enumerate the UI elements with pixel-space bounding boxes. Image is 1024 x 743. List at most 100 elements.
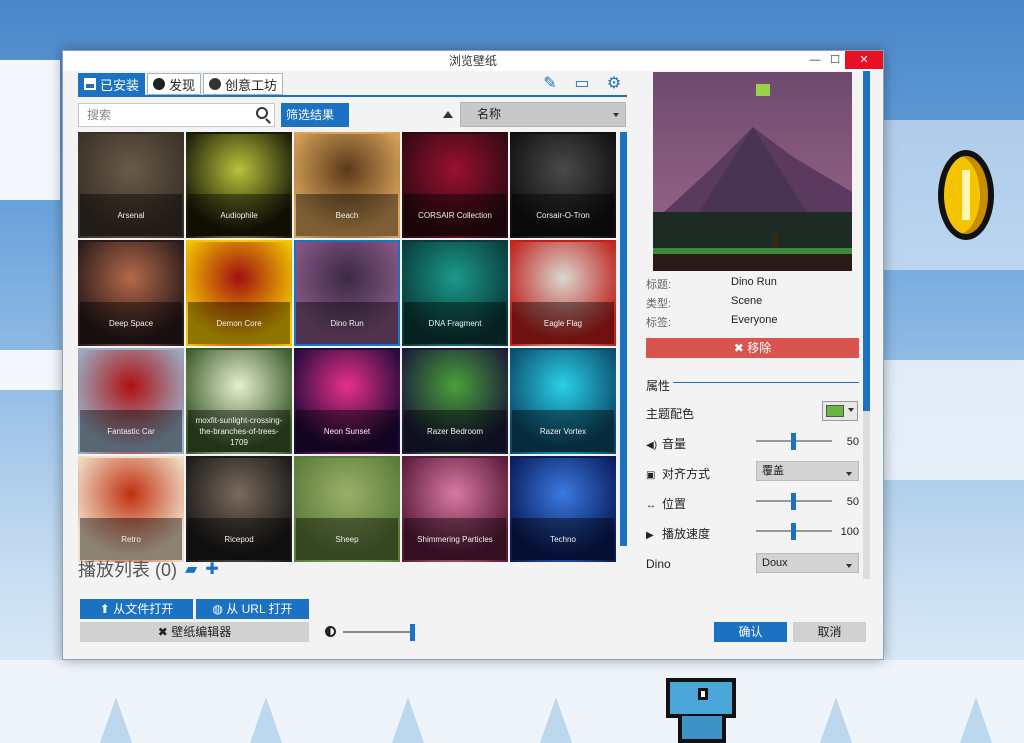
wallpaper-title: Deep Space — [80, 302, 182, 344]
scrollbar-thumb[interactable] — [863, 71, 870, 411]
properties-scrollbar[interactable] — [863, 71, 870, 579]
title-bar: 浏览壁纸 — ☐ ✕ — [63, 51, 883, 71]
type-label: 类型: — [646, 298, 672, 310]
search-input[interactable]: 搜索 — [78, 103, 275, 127]
folder-open-icon[interactable]: ▰ — [185, 559, 197, 579]
wallpaper-title: Eagle Flag — [512, 302, 614, 344]
tab-bar: 已安装 发现 创意工坊 — [78, 73, 284, 95]
wallpaper-tile[interactable]: Arsenal — [78, 132, 184, 238]
volume-row: ◀) 音量 — [646, 435, 686, 452]
dino-select[interactable]: Doux — [756, 553, 859, 573]
tree — [540, 697, 572, 743]
wallpaper-title: Ricepod — [188, 518, 290, 560]
magic-wand-icon[interactable]: ✎ — [539, 74, 561, 94]
wallpaper-title: Fantastic Car — [80, 410, 182, 452]
wallpaper-tile[interactable]: Fantastic Car — [78, 348, 184, 454]
chevron-down-icon — [848, 408, 854, 412]
wallpaper-title: Neon Sunset — [296, 410, 398, 452]
tags-value: Everyone — [731, 314, 778, 326]
slider-handle[interactable] — [410, 624, 415, 641]
wallpaper-title: Arsenal — [80, 194, 182, 236]
slider-handle[interactable] — [791, 523, 796, 540]
wallpaper-tile[interactable]: Demon Core — [186, 240, 292, 346]
minimize-button[interactable]: — — [805, 51, 825, 69]
theme-color-picker[interactable] — [822, 401, 858, 421]
cancel-button[interactable]: 取消 — [793, 622, 866, 642]
play-icon: ▶ — [646, 530, 654, 541]
properties-heading: 属性 — [646, 379, 671, 393]
toolbar: ✎ ▭ ⚙ — [539, 74, 625, 94]
wallpaper-tile[interactable]: DNA Fragment — [402, 240, 508, 346]
tree — [100, 697, 132, 743]
wallpaper-tile[interactable]: Eagle Flag — [510, 240, 616, 346]
position-row: ↔ 位置 — [646, 495, 686, 512]
wallpaper-tile[interactable]: moxfit-sunlight-crossing-the-branches-of… — [186, 348, 292, 454]
tab-installed[interactable]: 已安装 — [78, 73, 146, 95]
wallpaper-tile[interactable]: Beach — [294, 132, 400, 238]
slider-handle[interactable] — [791, 433, 796, 450]
close-icon: ✖ — [733, 341, 744, 355]
monitor-icon[interactable]: ▭ — [571, 74, 593, 94]
wallpaper-preview — [653, 72, 852, 271]
wallpaper-title: DNA Fragment — [404, 302, 506, 344]
open-from-file-label: 从文件打开 — [113, 602, 174, 616]
wallpaper-tile[interactable]: Corsair-O-Tron — [510, 132, 616, 238]
open-from-file-button[interactable]: ⬆ 从文件打开 — [80, 599, 193, 619]
sort-select[interactable]: 名称 — [460, 102, 626, 127]
tab-label: 发现 — [169, 77, 196, 93]
wallpaper-tile[interactable]: Razer Vortex — [510, 348, 616, 454]
playback-speed-slider[interactable] — [756, 523, 832, 540]
wallpaper-title: Sheep — [296, 518, 398, 560]
volume-slider[interactable] — [756, 433, 832, 450]
speaker-icon: ◀) — [646, 440, 658, 451]
open-from-url-button[interactable]: ◍ 从 URL 打开 — [196, 599, 309, 619]
tab-discover[interactable]: 发现 — [147, 73, 202, 95]
wallpaper-tile[interactable]: Deep Space — [78, 240, 184, 346]
wallpaper-tile[interactable]: Dino Run — [294, 240, 400, 346]
position-value: 50 — [846, 496, 859, 508]
remove-button[interactable]: ✖ 移除 — [646, 338, 859, 358]
slider-track — [343, 631, 413, 633]
plus-icon[interactable]: ✚ — [205, 559, 218, 579]
wallpaper-title: Beach — [296, 194, 398, 236]
scrollbar-thumb[interactable] — [620, 132, 627, 546]
wallpaper-browser-window: 浏览壁纸 — ☐ ✕ 已安装 发现 创意工坊 ✎ ▭ ⚙ 搜索 筛选结果 ▼ — [62, 50, 884, 660]
gear-icon[interactable]: ⚙ — [603, 74, 625, 94]
wallpaper-grid: Arsenal Audiophile Beach CORSAIR Collection… — [78, 132, 618, 562]
wallpaper-tile[interactable]: Razer Bedroom — [402, 348, 508, 454]
playback-speed-label: 播放速度 — [662, 527, 711, 541]
brightness-slider[interactable] — [325, 624, 417, 641]
close-button[interactable]: ✕ — [845, 51, 883, 69]
wallpaper-tile[interactable]: Ricepod — [186, 456, 292, 562]
arrows-horizontal-icon: ↔ — [646, 500, 656, 511]
tab-workshop[interactable]: 创意工坊 — [203, 73, 284, 95]
brightness-icon — [325, 626, 336, 637]
wallpaper-editor-button[interactable]: ✖ 壁纸编辑器 — [80, 622, 309, 642]
volume-value: 50 — [846, 436, 859, 448]
steam-icon — [209, 78, 222, 90]
maximize-button[interactable]: ☐ — [825, 51, 845, 69]
tab-underline — [78, 95, 627, 97]
filter-results-button[interactable]: 筛选结果 ▼ — [281, 103, 349, 146]
slider-handle[interactable] — [791, 493, 796, 510]
wallpaper-tile[interactable]: Techno — [510, 456, 616, 562]
search-placeholder: 搜索 — [87, 108, 112, 122]
wallpaper-title: Demon Core — [188, 302, 290, 344]
snow-ground — [0, 660, 1024, 743]
position-label: 位置 — [662, 497, 687, 511]
wallpaper-tile[interactable]: Audiophile — [186, 132, 292, 238]
wallpaper-tile[interactable]: CORSAIR Collection — [402, 132, 508, 238]
image-icon: ▣ — [646, 470, 656, 481]
alignment-select[interactable]: 覆盖 — [756, 461, 859, 481]
wallpaper-title: moxfit-sunlight-crossing-the-branches-of… — [188, 410, 290, 452]
position-slider[interactable] — [756, 493, 832, 510]
wallpaper-title: Shimmering Particles — [404, 518, 506, 560]
confirm-button[interactable]: 确认 — [714, 622, 787, 642]
grid-scrollbar[interactable] — [620, 132, 627, 546]
divider — [673, 382, 859, 383]
wallpaper-tile[interactable]: Shimmering Particles — [402, 456, 508, 562]
wallpaper-tile[interactable]: Neon Sunset — [294, 348, 400, 454]
sort-direction-button[interactable] — [443, 111, 453, 118]
wallpaper-tile[interactable]: Retro — [78, 456, 184, 562]
wallpaper-tile[interactable]: Sheep — [294, 456, 400, 562]
